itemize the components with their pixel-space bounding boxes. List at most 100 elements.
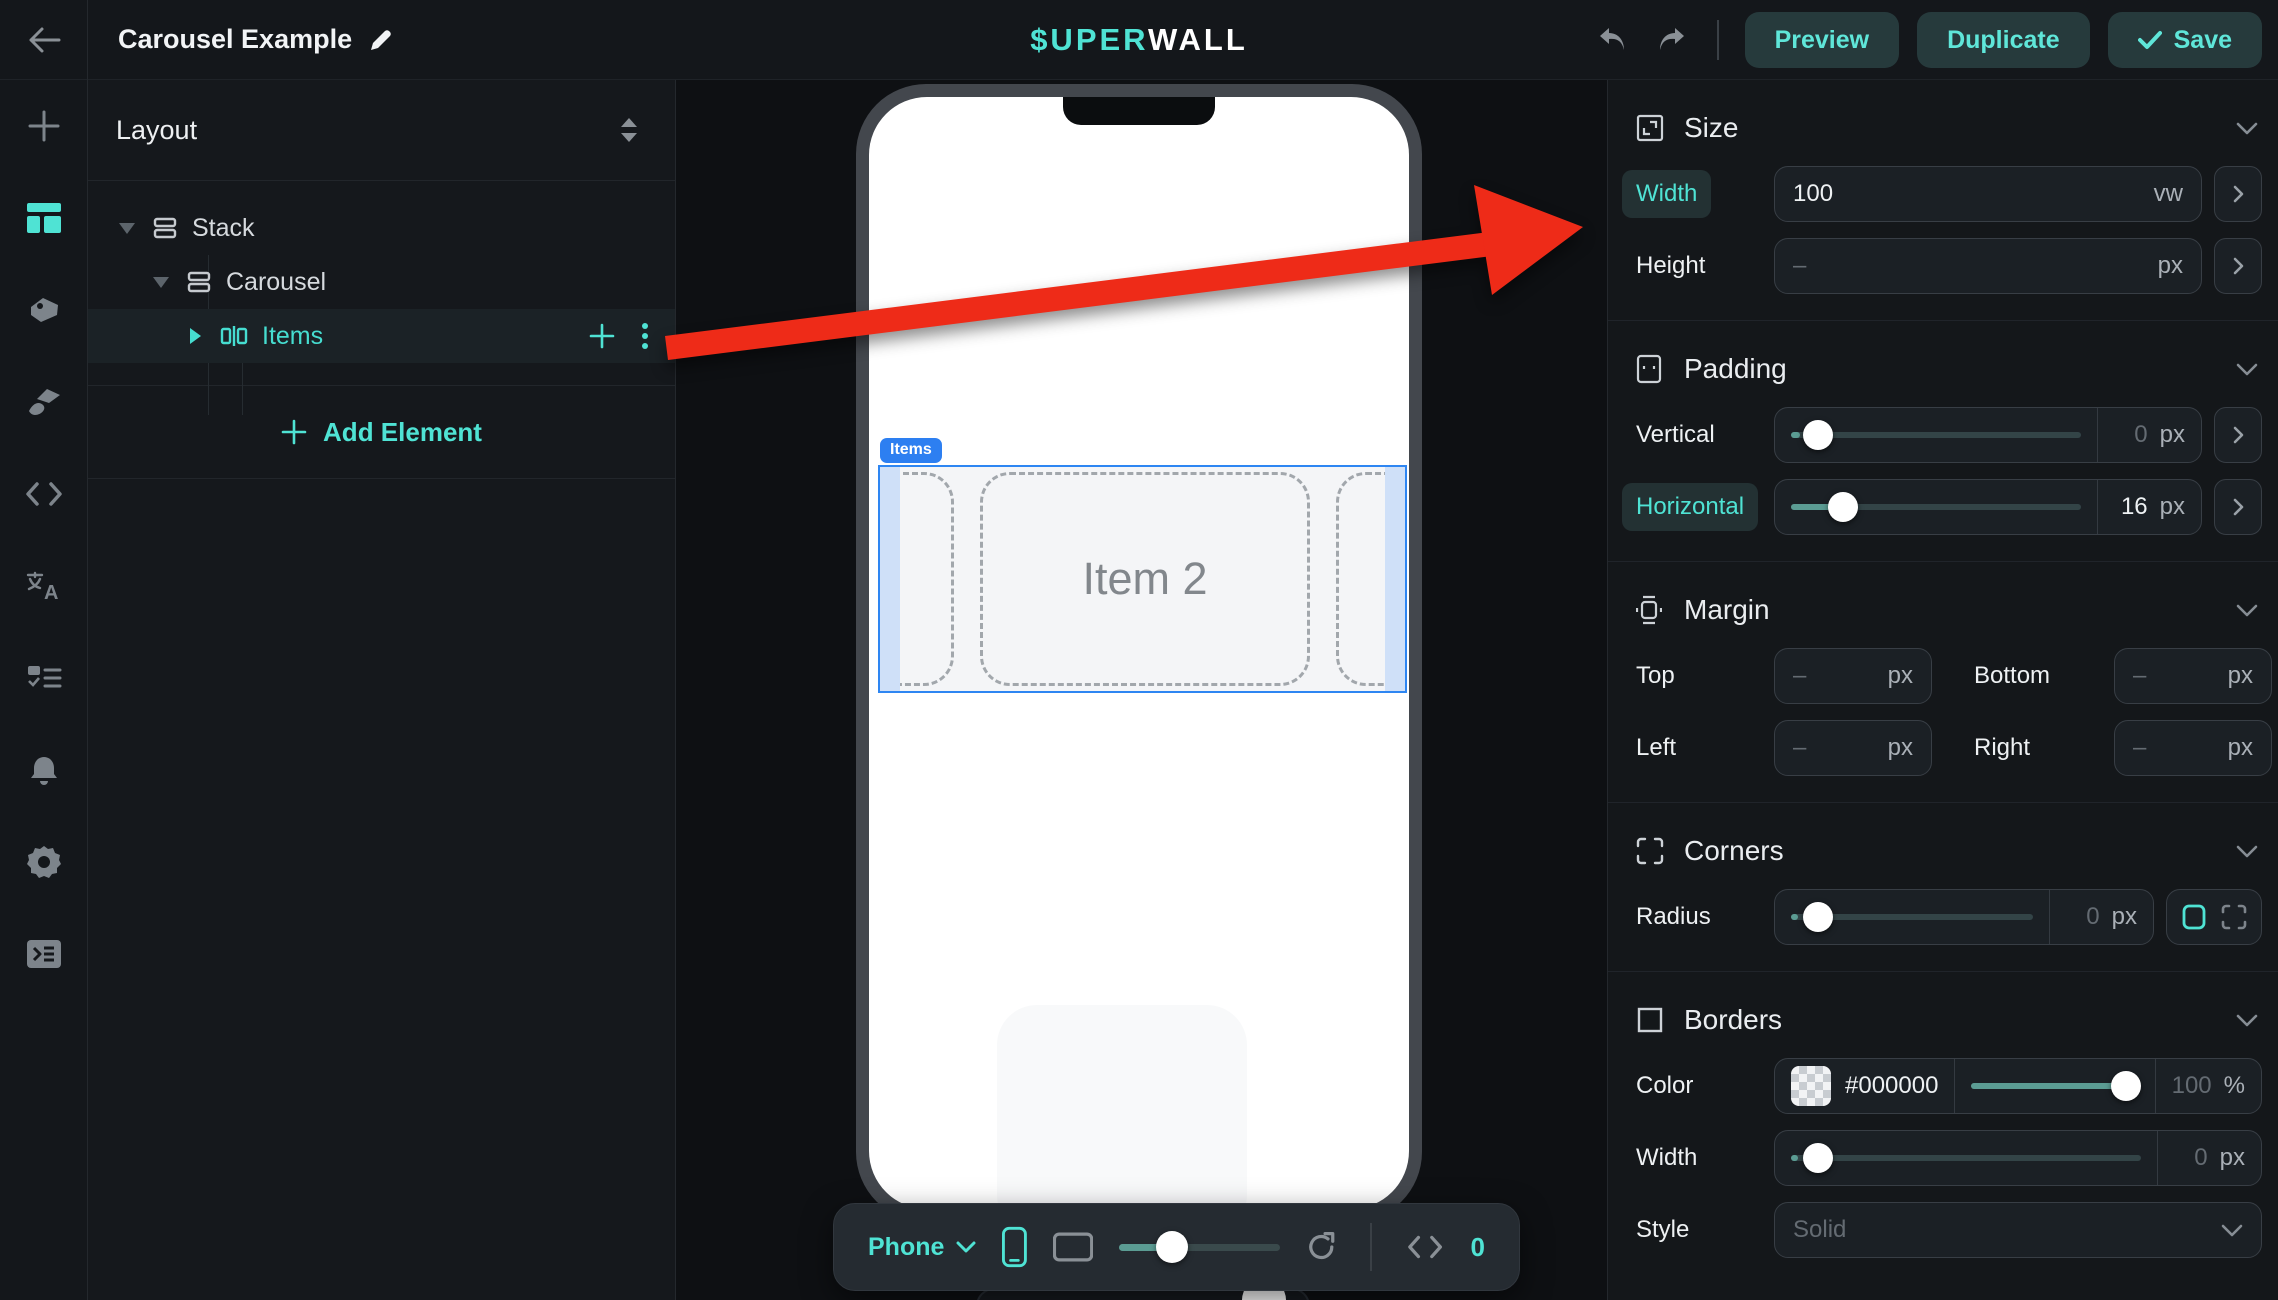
width-input[interactable]: 100 vw	[1774, 166, 2202, 222]
sort-icon[interactable]	[619, 117, 639, 143]
height-input[interactable]: – px	[1774, 238, 2202, 294]
tree-row-stack[interactable]: Stack	[88, 201, 675, 255]
width-unit: vw	[2154, 180, 2183, 208]
padding-vertical-slider[interactable]	[1775, 408, 2097, 462]
rail-add-button[interactable]	[0, 80, 88, 172]
rail-code-button[interactable]	[0, 448, 88, 540]
border-color-picker[interactable]: #000000	[1775, 1059, 1954, 1113]
border-opacity-slider[interactable]	[1954, 1059, 2154, 1113]
margin-bottom-input[interactable]: – px	[2114, 648, 2272, 704]
padding-horizontal-control: 16 px	[1774, 479, 2202, 535]
preview-button[interactable]: Preview	[1745, 12, 1900, 68]
refresh-icon[interactable]	[1306, 1231, 1337, 1263]
code-view-icon[interactable]	[1406, 1234, 1444, 1260]
bell-icon	[28, 754, 60, 786]
corner-radius-value: 0	[2086, 903, 2099, 931]
caret-right-icon[interactable]	[182, 327, 208, 345]
rail-notifications-button[interactable]	[0, 724, 88, 816]
undo-button[interactable]	[1593, 20, 1633, 60]
corners-icon	[1636, 837, 1666, 865]
rail-layout-button[interactable]	[0, 172, 88, 264]
padding-vertical-expand-button[interactable]	[2214, 407, 2262, 463]
height-expand-button[interactable]	[2214, 238, 2262, 294]
phone-orientation-icon[interactable]	[1002, 1226, 1027, 1268]
padding-horizontal-value: 16	[2121, 493, 2148, 521]
brush-icon	[27, 387, 61, 417]
tree-row-items[interactable]: Items	[88, 309, 675, 363]
individual-corners-icon[interactable]	[2221, 904, 2247, 930]
border-color-control: #000000 100 %	[1774, 1058, 2262, 1114]
check-icon	[2138, 30, 2162, 50]
height-value: –	[1793, 252, 2158, 280]
add-child-icon[interactable]	[589, 323, 615, 349]
border-style-value: Solid	[1793, 1216, 2221, 1244]
chevron-down-icon[interactable]	[2236, 1014, 2262, 1027]
slider-thumb[interactable]	[2111, 1071, 2141, 1101]
chevron-down-icon[interactable]	[2236, 845, 2262, 858]
canvas-toolbar: Phone 0	[833, 1203, 1520, 1291]
selection-badge: Items	[880, 438, 942, 463]
zoom-slider[interactable]	[1119, 1232, 1279, 1262]
more-options-icon[interactable]	[641, 321, 649, 351]
width-expand-button[interactable]	[2214, 166, 2262, 222]
padding-horizontal-expand-button[interactable]	[2214, 479, 2262, 535]
code-count: 0	[1471, 1232, 1485, 1263]
slider-thumb[interactable]	[1803, 420, 1833, 450]
redo-button[interactable]	[1651, 20, 1691, 60]
slider-thumb[interactable]	[1803, 1143, 1833, 1173]
uniform-corners-icon[interactable]	[2181, 904, 2207, 930]
rail-settings-button[interactable]	[0, 816, 88, 908]
color-swatch[interactable]	[1791, 1066, 1831, 1106]
layout-panel: Layout Stack Carousel Items	[88, 80, 676, 1300]
border-width-label: Width	[1636, 1144, 1774, 1172]
tree-row-carousel[interactable]: Carousel	[88, 255, 675, 309]
chevron-down-icon[interactable]	[2236, 122, 2262, 135]
size-section-title: Size	[1684, 112, 2236, 144]
rail-styles-button[interactable]	[0, 356, 88, 448]
rail-checklist-button[interactable]	[0, 632, 88, 724]
chevron-down-icon[interactable]	[2236, 604, 2262, 617]
device-select[interactable]: Phone	[868, 1233, 976, 1262]
slider-thumb[interactable]	[1828, 492, 1858, 522]
padding-indicator-left	[880, 467, 900, 691]
back-button[interactable]	[0, 0, 88, 80]
undo-icon	[1597, 26, 1629, 54]
rail-localization-button[interactable]: A	[0, 540, 88, 632]
rail-tags-button[interactable]	[0, 264, 88, 356]
carousel-item-label: Item 2	[983, 475, 1307, 683]
margin-right-input[interactable]: – px	[2114, 720, 2272, 776]
add-element-button[interactable]: Add Element	[88, 385, 675, 479]
canvas-area[interactable]: Items Item 2 Phone	[676, 80, 1607, 1300]
margin-section: Margin Top – px Bottom – px Left –	[1608, 562, 2278, 803]
padding-horizontal-slider[interactable]	[1775, 480, 2097, 534]
edit-pencil-icon[interactable]	[368, 27, 394, 53]
corner-radius-label: Radius	[1636, 903, 1774, 931]
margin-left-input[interactable]: – px	[1774, 720, 1932, 776]
chevron-down-icon	[2221, 1224, 2243, 1237]
gear-icon	[27, 845, 61, 879]
save-button[interactable]: Save	[2108, 12, 2262, 68]
caret-down-icon[interactable]	[148, 275, 174, 289]
slider-thumb[interactable]	[1803, 902, 1833, 932]
carousel-item-current: Item 2	[980, 472, 1310, 686]
border-width-slider[interactable]	[1775, 1131, 2157, 1185]
landscape-orientation-icon[interactable]	[1053, 1232, 1093, 1262]
selected-carousel-items[interactable]: Item 2	[878, 465, 1407, 693]
zoom-slider-thumb[interactable]	[1156, 1231, 1188, 1263]
caret-down-icon[interactable]	[114, 221, 140, 235]
rail-terminal-button[interactable]	[0, 908, 88, 1000]
plus-icon	[281, 419, 307, 445]
margin-top-input[interactable]: – px	[1774, 648, 1932, 704]
phone-screen[interactable]: Items Item 2	[869, 97, 1409, 1209]
phone-device-frame: Items Item 2	[856, 84, 1422, 1222]
layer-tree: Stack Carousel Items	[88, 181, 675, 363]
duplicate-button[interactable]: Duplicate	[1917, 12, 2090, 68]
border-style-select[interactable]: Solid	[1774, 1202, 2262, 1258]
height-label: Height	[1636, 252, 1774, 280]
corner-radius-slider[interactable]	[1775, 890, 2049, 944]
chevron-down-icon[interactable]	[2236, 363, 2262, 376]
margin-icon	[1636, 595, 1666, 625]
margin-bottom-label: Bottom	[1974, 662, 2114, 690]
border-opacity-unit: %	[2224, 1072, 2245, 1100]
carousel-content: Item 2	[900, 467, 1385, 691]
